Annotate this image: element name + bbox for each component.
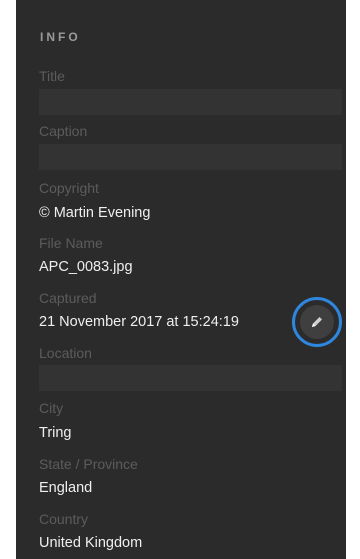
section-title: INFO xyxy=(40,30,81,44)
city-value: Tring xyxy=(39,425,72,441)
state-label: State / Province xyxy=(39,456,138,472)
title-input[interactable] xyxy=(39,89,342,115)
copyright-label: Copyright xyxy=(39,180,99,196)
captured-label: Captured xyxy=(39,290,97,306)
caption-label: Caption xyxy=(39,123,88,139)
captured-value: 21 November 2017 at 15:24:19 xyxy=(39,314,239,330)
city-label: City xyxy=(39,400,64,416)
caption-input[interactable] xyxy=(39,144,342,170)
state-value: England xyxy=(39,480,93,496)
title-label: Title xyxy=(39,68,65,84)
pencil-icon xyxy=(300,305,334,339)
country-value: United Kingdom xyxy=(39,535,143,551)
country-label: Country xyxy=(39,511,89,527)
location-label: Location xyxy=(39,345,92,361)
location-input[interactable] xyxy=(39,365,342,391)
file-name-value: APC_0083.jpg xyxy=(39,259,133,275)
edit-captured-button[interactable] xyxy=(292,297,342,347)
info-panel: INFO Title Caption Copyright © Martin Ev… xyxy=(16,0,346,559)
copyright-value: © Martin Evening xyxy=(39,205,151,221)
file-name-label: File Name xyxy=(39,235,103,251)
